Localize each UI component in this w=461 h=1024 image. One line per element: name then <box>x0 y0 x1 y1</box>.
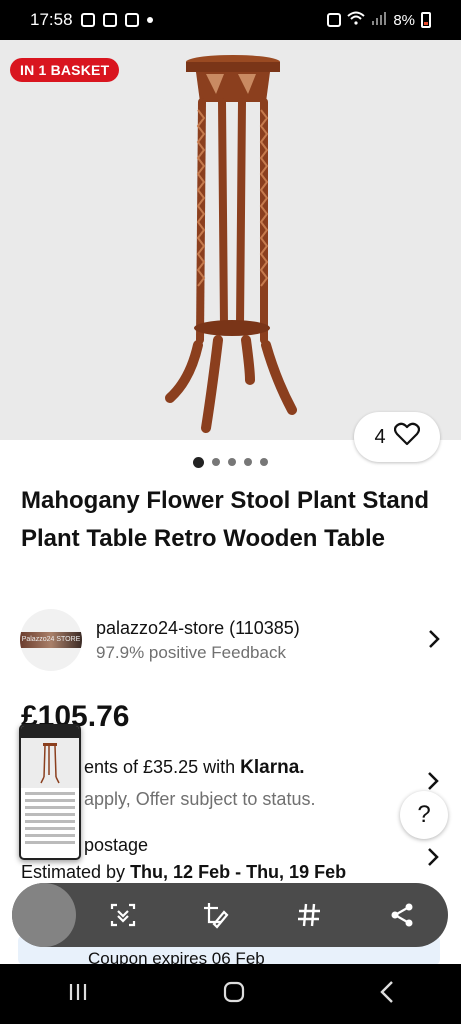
status-right: 8% <box>327 11 431 29</box>
seller-info: palazzo24-store (110385) 97.9% positive … <box>96 618 300 663</box>
product-image <box>165 55 297 433</box>
pager-dot[interactable] <box>228 458 236 466</box>
thumbnail-image <box>21 738 79 788</box>
seller-row[interactable]: Palazzo24 STORE palazzo24-store (110385)… <box>20 608 440 672</box>
more-notifications-icon <box>146 17 153 23</box>
pager-dot[interactable] <box>260 458 268 466</box>
status-bar: 17:58 8% <box>0 0 461 40</box>
battery-icon <box>421 12 431 28</box>
in-basket-badge: IN 1 BASKET <box>10 58 120 82</box>
navigation-bar <box>0 964 461 1024</box>
notification-icon <box>80 13 95 27</box>
security-icon <box>102 13 117 27</box>
wifi-icon <box>347 11 365 29</box>
watch-count: 4 <box>374 425 386 448</box>
klarna-logo: Klarna. <box>240 757 305 778</box>
seller-avatar: Palazzo24 STORE <box>20 609 82 671</box>
seller-name: palazzo24-store (110385) <box>96 617 300 638</box>
chevron-right-icon[interactable] <box>427 846 439 874</box>
signal-icon <box>371 11 387 29</box>
klarna-installments[interactable]: ents of £35.25 with Klarna. <box>84 757 305 779</box>
toolbar-actions <box>76 895 448 935</box>
pager-dot[interactable] <box>212 458 220 466</box>
home-icon[interactable] <box>222 980 246 1009</box>
back-icon[interactable] <box>379 980 395 1009</box>
product-image-carousel[interactable]: IN 1 BASKET 4 <box>0 40 461 462</box>
status-time: 17:58 <box>30 10 73 29</box>
screenshot-thumbnail[interactable] <box>19 724 81 860</box>
battery-percent: 8% <box>393 11 415 29</box>
recent-apps-icon[interactable] <box>67 981 89 1008</box>
estimated-delivery: Estimated by Thu, 12 Feb - Thu, 19 Feb <box>21 862 346 883</box>
seller-logo-text: Palazzo24 STORE <box>20 632 82 648</box>
heart-icon <box>393 422 420 452</box>
klarna-text: ents of £35.25 with <box>84 757 236 777</box>
postage-label: postage <box>84 835 149 855</box>
seller-feedback: 97.9% positive Feedback <box>96 642 286 662</box>
image-pager <box>0 457 461 468</box>
scroll-capture-icon[interactable] <box>103 895 143 935</box>
screenshot-toolbar <box>12 883 448 947</box>
help-button[interactable]: ? <box>400 791 448 839</box>
chevron-right-icon <box>428 625 440 656</box>
share-icon[interactable] <box>382 895 422 935</box>
estimated-dates: Thu, 12 Feb - Thu, 19 Feb <box>130 862 347 882</box>
gallery-icon <box>124 13 139 27</box>
estimated-label: Estimated by <box>21 862 126 882</box>
screenshot-preview[interactable] <box>12 883 76 947</box>
offer-terms: apply, Offer subject to status. <box>84 789 316 809</box>
product-title: Mahogany Flower Stool Plant Stand Plant … <box>21 487 430 552</box>
watch-button[interactable]: 4 <box>354 412 440 462</box>
coupon-text: Coupon expires 06 Feb <box>88 949 265 965</box>
crop-edit-icon[interactable] <box>196 895 236 935</box>
status-left: 17:58 <box>30 10 153 30</box>
pager-dot[interactable] <box>244 458 252 466</box>
alarm-icon <box>327 13 342 27</box>
pager-dot-active[interactable] <box>193 457 204 468</box>
hashtag-icon[interactable] <box>289 895 329 935</box>
